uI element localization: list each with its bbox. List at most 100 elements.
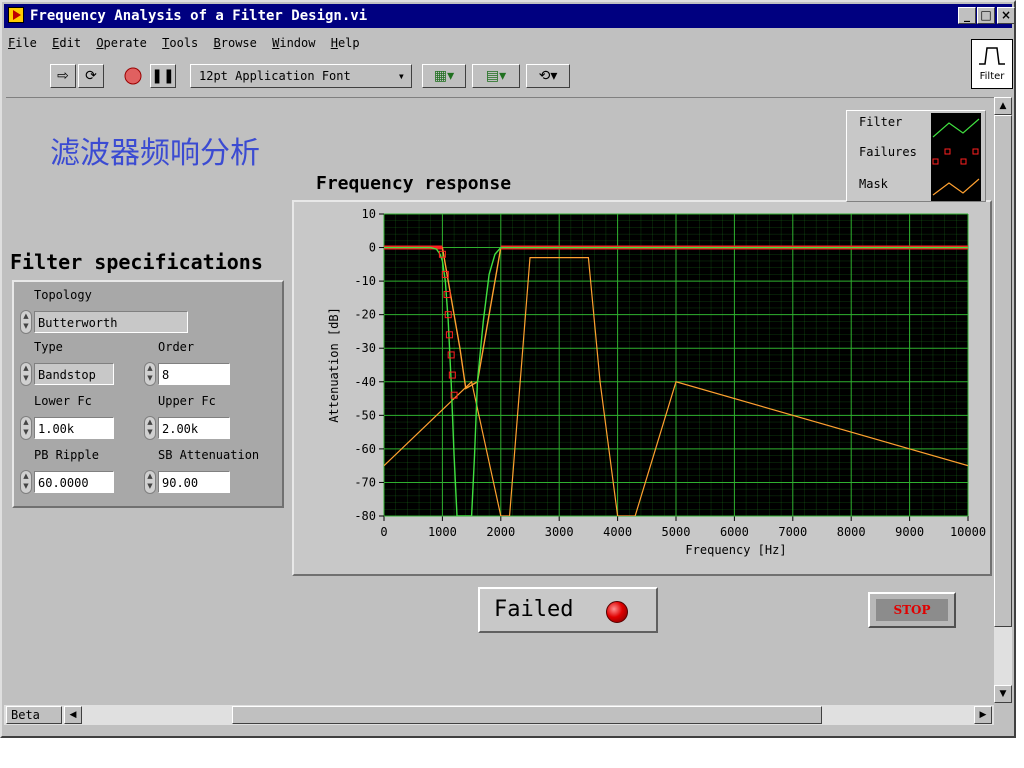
- menu-help[interactable]: Help: [327, 36, 364, 50]
- maximize-button[interactable]: □: [977, 7, 995, 24]
- y-tick-label: 0: [369, 241, 376, 255]
- vi-connector-icon[interactable]: Filter: [971, 39, 1013, 89]
- sb-attenuation-numeric[interactable]: ▲ ▼ 90.00: [144, 470, 232, 494]
- minimize-button[interactable]: _: [958, 7, 976, 24]
- abort-button[interactable]: [120, 64, 146, 88]
- type-ring[interactable]: ▲ ▼ Bandstop: [20, 362, 116, 386]
- filter-specifications-title: Filter specifications: [10, 250, 263, 274]
- menu-file[interactable]: File: [4, 36, 41, 50]
- increment-decrement-icon[interactable]: ▲ ▼: [144, 470, 156, 494]
- align-objects-icon: ▦▾: [433, 68, 455, 84]
- order-value[interactable]: 8: [158, 363, 230, 385]
- topology-label: Topology: [34, 288, 92, 302]
- x-tick-label: 0: [380, 525, 387, 539]
- menu-window[interactable]: Window: [268, 36, 319, 50]
- x-tick-label: 1000: [428, 525, 457, 539]
- order-numeric[interactable]: ▲ ▼ 8: [144, 362, 232, 386]
- x-tick-label: 6000: [720, 525, 749, 539]
- status-led-icon: [606, 601, 628, 623]
- panel-title: 滤波器频响分析: [50, 136, 260, 171]
- scroll-left-icon[interactable]: ◀: [64, 706, 82, 724]
- distribute-objects-icon: ▤▾: [485, 68, 507, 84]
- lower-fc-numeric[interactable]: ▲ ▼ 1.00k: [20, 416, 116, 440]
- status-label: Failed: [494, 597, 574, 622]
- legend-filter-swatch[interactable]: [931, 113, 981, 143]
- y-tick-label: -20: [354, 308, 376, 322]
- upper-fc-label: Upper Fc: [158, 394, 216, 408]
- scroll-up-icon[interactable]: ▲: [994, 97, 1012, 115]
- vertical-scrollbar[interactable]: ▲ ▼: [994, 97, 1012, 703]
- pb-ripple-value[interactable]: 60.0000: [34, 471, 114, 493]
- close-button[interactable]: ×: [997, 7, 1015, 24]
- legend-mask-label: Mask: [859, 177, 888, 191]
- stop-button[interactable]: STOP: [868, 592, 956, 628]
- y-axis-label: Attenuation [dB]: [327, 307, 341, 423]
- status-indicator: Failed: [478, 587, 658, 633]
- reorder-icon: ⟲▾: [538, 68, 558, 84]
- horizontal-scroll-thumb[interactable]: [232, 706, 822, 724]
- run-button[interactable]: ⇨: [50, 64, 76, 88]
- pause-button[interactable]: ❚❚: [150, 64, 176, 88]
- upper-fc-numeric[interactable]: ▲ ▼ 2.00k: [144, 416, 232, 440]
- sb-attenuation-value[interactable]: 90.00: [158, 471, 230, 493]
- abort-icon: [124, 67, 142, 85]
- plot-legend: Filter Failures Mask: [846, 110, 986, 202]
- title-bar[interactable]: Frequency Analysis of a Filter Design.vi…: [4, 4, 1015, 28]
- y-tick-label: -40: [354, 375, 376, 389]
- order-label: Order: [158, 340, 195, 354]
- x-tick-label: 7000: [778, 525, 807, 539]
- legend-filter-label: Filter: [859, 115, 903, 129]
- run-continuously-button[interactable]: ⟳: [78, 64, 104, 88]
- sb-attenuation-label: SB Attenuation: [158, 448, 260, 462]
- reorder-button[interactable]: ⟲▾: [526, 64, 570, 88]
- menu-tools[interactable]: Tools: [158, 36, 202, 50]
- run-arrow-icon: ⇨: [57, 68, 69, 84]
- increment-decrement-icon[interactable]: ▲ ▼: [20, 362, 32, 386]
- increment-decrement-icon[interactable]: ▲ ▼: [144, 416, 156, 440]
- font-selector-value: 12pt Application Font: [199, 69, 351, 83]
- pb-ripple-numeric[interactable]: ▲ ▼ 60.0000: [20, 470, 116, 494]
- horizontal-scrollbar[interactable]: Beta ◀ ▶: [4, 705, 994, 725]
- vi-icon-label: Filter: [979, 71, 1005, 82]
- topology-value: Butterworth: [34, 311, 188, 333]
- window-title: Frequency Analysis of a Filter Design.vi: [30, 8, 368, 24]
- x-tick-label: 2000: [486, 525, 515, 539]
- chevron-down-icon: ▾: [397, 69, 405, 83]
- legend-failures-swatch[interactable]: [931, 143, 981, 171]
- pause-icon: ❚❚: [151, 68, 175, 84]
- font-selector[interactable]: 12pt Application Font ▾: [190, 64, 412, 88]
- run-continuous-icon: ⟳: [85, 68, 97, 84]
- beta-label: Beta: [6, 706, 62, 724]
- increment-decrement-icon[interactable]: ▲ ▼: [20, 310, 32, 334]
- upper-fc-value[interactable]: 2.00k: [158, 417, 230, 439]
- frequency-response-graph[interactable]: 0 1000 2000 3000 4000 5000 6000 7000 8000 9000 100…: [292, 200, 992, 576]
- lower-fc-label: Lower Fc: [34, 394, 92, 408]
- x-tick-label: 8000: [837, 525, 866, 539]
- y-tick-label: 10: [362, 207, 376, 221]
- vertical-scroll-thumb[interactable]: [994, 115, 1012, 627]
- lower-fc-value[interactable]: 1.00k: [34, 417, 114, 439]
- filter-icon: [979, 47, 1005, 65]
- legend-failures-label: Failures: [859, 145, 917, 159]
- menu-edit[interactable]: Edit: [48, 36, 85, 50]
- menu-operate[interactable]: Operate: [92, 36, 151, 50]
- distribute-objects-button[interactable]: ▤▾: [472, 64, 520, 88]
- increment-decrement-icon[interactable]: ▲ ▼: [144, 362, 156, 386]
- y-tick-label: -70: [354, 475, 376, 489]
- menu-browse[interactable]: Browse: [210, 36, 261, 50]
- pb-ripple-label: PB Ripple: [34, 448, 100, 462]
- filter-specifications-cluster: Topology ▲ ▼ Butterworth Type Order ▲ ▼ Ba…: [12, 280, 284, 508]
- x-tick-label: 3000: [545, 525, 574, 539]
- increment-decrement-icon[interactable]: ▲ ▼: [20, 416, 32, 440]
- topology-ring[interactable]: ▲ ▼ Butterworth: [20, 310, 188, 334]
- y-tick-label: -30: [354, 341, 376, 355]
- legend-mask-swatch[interactable]: [931, 171, 981, 201]
- y-tick-label: -50: [354, 408, 376, 422]
- y-tick-label: -80: [354, 509, 376, 523]
- scroll-right-icon[interactable]: ▶: [974, 706, 992, 724]
- x-tick-label: 10000: [950, 525, 986, 539]
- align-objects-button[interactable]: ▦▾: [422, 64, 466, 88]
- labview-vi-icon: [8, 7, 24, 23]
- scroll-down-icon[interactable]: ▼: [994, 685, 1012, 703]
- increment-decrement-icon[interactable]: ▲ ▼: [20, 470, 32, 494]
